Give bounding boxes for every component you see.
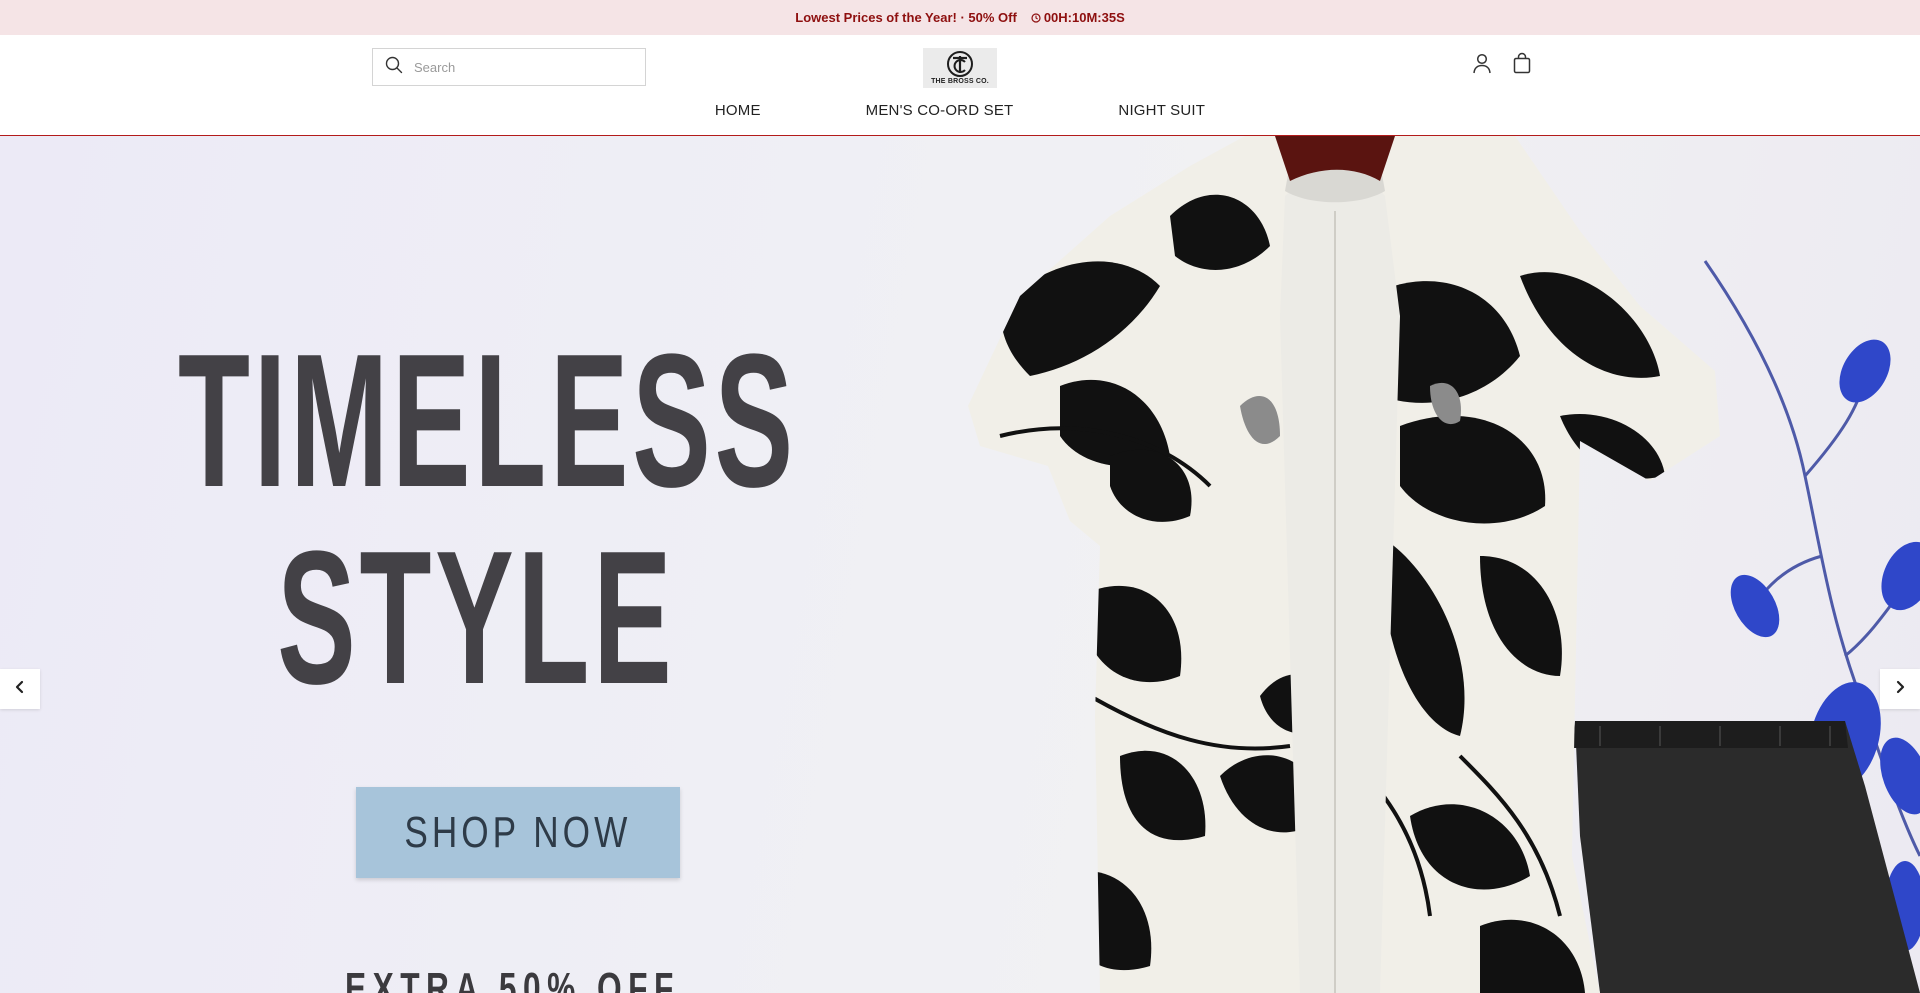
logo-mark — [947, 51, 973, 77]
hero-title-line2: STYLE — [277, 512, 676, 724]
chevron-left-icon — [14, 680, 26, 699]
hero-banner[interactable]: TIMELESS STYLE SHOP NOW EXTRA 50% OFF — [0, 136, 1920, 993]
search-input[interactable] — [412, 58, 626, 76]
nav-home[interactable]: HOME — [715, 102, 761, 119]
extra-offer-text: EXTRA 50% OFF — [345, 964, 680, 993]
site-logo[interactable]: THE BROSS CO. — [923, 48, 997, 88]
announcement-bar: Lowest Prices of the Year! · 50% Off 00H… — [0, 0, 1920, 35]
shop-now-button[interactable]: SHOP NOW — [356, 787, 680, 878]
countdown-timer: 00H:10M:35S — [1031, 10, 1125, 25]
announcement-text: Lowest Prices of the Year! · 50% Off — [795, 10, 1017, 25]
clock-icon — [1031, 12, 1041, 23]
product-image — [968, 136, 1920, 993]
hero-title-line1: TIMELESS — [178, 315, 797, 527]
user-icon[interactable] — [1471, 52, 1493, 74]
countdown-value: 00H:10M:35S — [1043, 10, 1125, 25]
logo-text: THE BROSS CO. — [931, 78, 989, 85]
nav-mens-co-ord-set[interactable]: MEN'S CO-ORD SET — [866, 102, 1014, 119]
carousel-prev-button[interactable] — [0, 669, 40, 709]
chevron-right-icon — [1894, 680, 1906, 699]
search-box[interactable] — [372, 48, 646, 86]
shopping-bag-icon[interactable] — [1511, 52, 1533, 74]
hero-title: TIMELESS STYLE — [178, 326, 793, 721]
nav-night-suit[interactable]: NIGHT SUIT — [1118, 102, 1205, 119]
shop-now-label: SHOP NOW — [404, 807, 632, 857]
search-icon[interactable] — [385, 56, 403, 79]
main-nav: HOME MEN'S CO-ORD SET NIGHT SUIT — [0, 102, 1920, 119]
site-header: THE BROSS CO. HOME MEN'S CO-ORD SET NIGH… — [0, 35, 1920, 136]
carousel-next-button[interactable] — [1880, 669, 1920, 709]
